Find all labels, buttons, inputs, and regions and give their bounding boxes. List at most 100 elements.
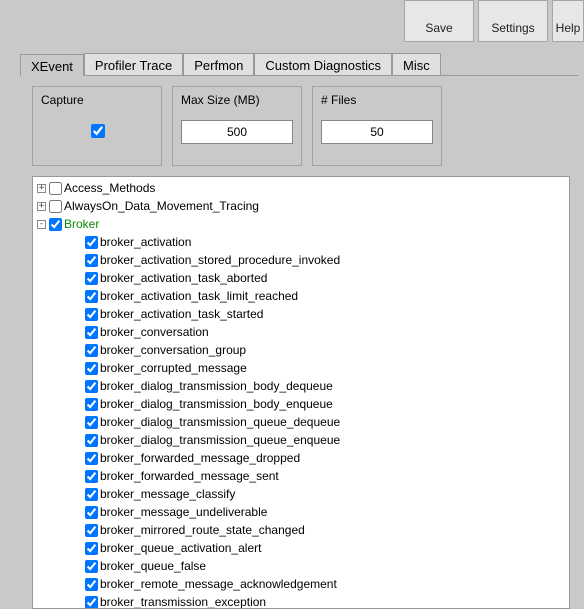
tree-checkbox[interactable] <box>49 200 62 213</box>
tree-label: broker_activation_stored_procedure_invok… <box>100 253 340 267</box>
tab-label: Perfmon <box>194 58 243 73</box>
event-tree[interactable]: +Access_Methods+AlwaysOn_Data_Movement_T… <box>32 176 570 609</box>
maxsize-label: Max Size (MB) <box>173 87 260 111</box>
expander-spacer <box>73 436 82 445</box>
expander-spacer <box>73 508 82 517</box>
tree-checkbox[interactable] <box>85 380 98 393</box>
settings-button[interactable]: Settings <box>478 0 548 42</box>
tree-checkbox[interactable] <box>85 596 98 609</box>
capture-checkbox[interactable] <box>91 124 105 138</box>
help-label: Help <box>556 21 581 35</box>
tab-misc[interactable]: Misc <box>392 53 441 76</box>
tree-label: broker_transmission_exception <box>100 595 266 609</box>
tree-label: broker_forwarded_message_sent <box>100 469 279 483</box>
expander-spacer <box>73 598 82 607</box>
maxsize-box: Max Size (MB) <box>172 86 302 166</box>
tree-row[interactable]: broker_queue_false <box>37 557 567 575</box>
tree-checkbox[interactable] <box>85 542 98 555</box>
tree-row[interactable]: broker_activation_task_started <box>37 305 567 323</box>
tree-label: broker_conversation_group <box>100 343 246 357</box>
tree-checkbox[interactable] <box>85 434 98 447</box>
expander-spacer <box>73 238 82 247</box>
tree-label: AlwaysOn_Data_Movement_Tracing <box>64 199 259 213</box>
tree-row[interactable]: - Broker <box>37 215 567 233</box>
tree-checkbox[interactable] <box>85 290 98 303</box>
tree-checkbox[interactable] <box>85 308 98 321</box>
tree-row[interactable]: broker_conversation_group <box>37 341 567 359</box>
tree-label: broker_dialog_transmission_body_dequeue <box>100 379 333 393</box>
tree-row[interactable]: broker_dialog_transmission_body_dequeue <box>37 377 567 395</box>
tree-label: broker_queue_activation_alert <box>100 541 261 555</box>
expander-spacer <box>73 256 82 265</box>
tree-checkbox[interactable] <box>85 560 98 573</box>
tree-row[interactable]: +Access_Methods <box>37 179 567 197</box>
maxsize-input[interactable] <box>181 120 293 144</box>
tree-row[interactable]: broker_activation_stored_procedure_invok… <box>37 251 567 269</box>
tree-checkbox[interactable] <box>85 254 98 267</box>
tree-checkbox[interactable] <box>85 344 98 357</box>
expand-icon[interactable]: + <box>37 202 46 211</box>
tree-row[interactable]: broker_dialog_transmission_body_enqueue <box>37 395 567 413</box>
tree-checkbox[interactable] <box>85 398 98 411</box>
expand-icon[interactable]: + <box>37 184 46 193</box>
tree-checkbox[interactable] <box>85 470 98 483</box>
field-row: Capture Max Size (MB) # Files <box>20 76 578 166</box>
tree-row[interactable]: broker_transmission_exception <box>37 593 567 609</box>
tab-xevent[interactable]: XEvent <box>20 54 84 76</box>
tree-checkbox[interactable] <box>85 236 98 249</box>
expander-spacer <box>73 418 82 427</box>
tree-label: Broker <box>64 217 99 231</box>
expander-spacer <box>73 382 82 391</box>
top-toolbar: Save Settings Help <box>404 0 584 42</box>
tree-checkbox[interactable] <box>85 524 98 537</box>
tree-row[interactable]: broker_forwarded_message_dropped <box>37 449 567 467</box>
tree-row[interactable]: broker_dialog_transmission_queue_dequeue <box>37 413 567 431</box>
expander-spacer <box>73 328 82 337</box>
save-button[interactable]: Save <box>404 0 474 42</box>
tree-label: broker_corrupted_message <box>100 361 247 375</box>
tree-checkbox[interactable] <box>85 578 98 591</box>
tab-custom-diagnostics[interactable]: Custom Diagnostics <box>254 53 392 76</box>
expander-spacer <box>73 274 82 283</box>
tree-checkbox[interactable] <box>85 506 98 519</box>
files-label: # Files <box>313 87 356 111</box>
tree-checkbox[interactable] <box>85 272 98 285</box>
capture-label: Capture <box>33 87 84 111</box>
tree-checkbox[interactable] <box>49 218 62 231</box>
tree-row[interactable]: broker_conversation <box>37 323 567 341</box>
tab-strip: XEventProfiler Trace Perfmon Custom Diagno… <box>20 52 578 76</box>
tree-label: broker_remote_message_acknowledgement <box>100 577 337 591</box>
tree-row[interactable]: + AlwaysOn_Data_Movement_Tracing <box>37 197 567 215</box>
tree-checkbox[interactable] <box>85 452 98 465</box>
tree-label: broker_activation_task_aborted <box>100 271 267 285</box>
tree-row[interactable]: broker_mirrored_route_state_changed <box>37 521 567 539</box>
tree-row[interactable]: broker_dialog_transmission_queue_enqueue <box>37 431 567 449</box>
tree-checkbox[interactable] <box>85 416 98 429</box>
tree-label: broker_dialog_transmission_queue_dequeue <box>100 415 340 429</box>
tree-row[interactable]: broker_corrupted_message <box>37 359 567 377</box>
tree-row[interactable]: broker_forwarded_message_sent <box>37 467 567 485</box>
tree-row[interactable]: broker_queue_activation_alert <box>37 539 567 557</box>
tree-row[interactable]: broker_activation_task_aborted <box>37 269 567 287</box>
tree-label: broker_message_classify <box>100 487 235 501</box>
tree-row[interactable]: broker_message_undeliverable <box>37 503 567 521</box>
collapse-icon[interactable]: - <box>37 220 46 229</box>
tree-row[interactable]: broker_remote_message_acknowledgement <box>37 575 567 593</box>
tree-row[interactable]: broker_message_classify <box>37 485 567 503</box>
files-input[interactable] <box>321 120 433 144</box>
expander-spacer <box>73 454 82 463</box>
tree-row[interactable]: broker_activation <box>37 233 567 251</box>
tree-row[interactable]: broker_activation_task_limit_reached <box>37 287 567 305</box>
tab-panel-xevent: Capture Max Size (MB) # Files +Access_Me… <box>20 75 578 609</box>
tab-profiler-trace[interactable]: Profiler Trace <box>84 53 183 76</box>
tree-checkbox[interactable] <box>85 326 98 339</box>
expander-spacer <box>73 310 82 319</box>
expander-spacer <box>73 544 82 553</box>
files-box: # Files <box>312 86 442 166</box>
tree-label: broker_message_undeliverable <box>100 505 267 519</box>
help-button[interactable]: Help <box>552 0 584 42</box>
tab-perfmon[interactable]: Perfmon <box>183 53 254 76</box>
tree-checkbox[interactable] <box>85 488 98 501</box>
tree-checkbox[interactable] <box>85 362 98 375</box>
tree-checkbox[interactable] <box>49 182 62 195</box>
